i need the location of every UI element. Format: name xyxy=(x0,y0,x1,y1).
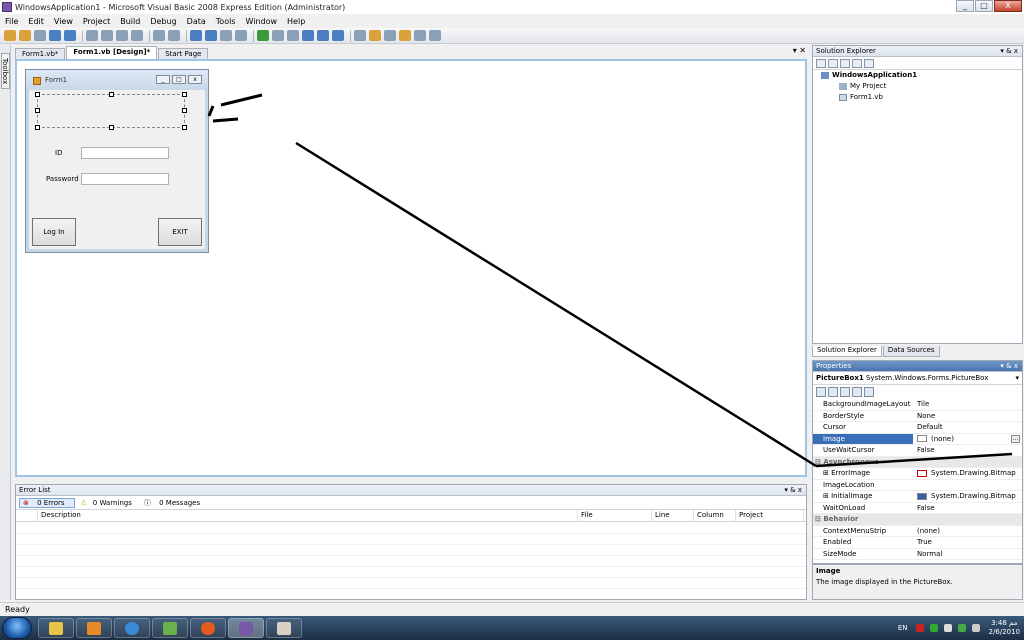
vb-icon xyxy=(239,622,253,635)
language-indicator[interactable]: EN xyxy=(898,624,908,632)
tray-app-icon[interactable] xyxy=(915,624,924,632)
annotation-arrow xyxy=(207,93,263,123)
taskbar-internet-explorer[interactable] xyxy=(114,618,150,638)
taskbar-explorer[interactable] xyxy=(38,618,74,638)
network-icon[interactable] xyxy=(957,624,966,632)
paint-icon xyxy=(277,622,291,635)
annotation-overlay xyxy=(207,93,1013,468)
taskbar-firefox[interactable] xyxy=(190,618,226,638)
ie-icon xyxy=(125,622,139,635)
annotation-line xyxy=(295,141,1013,468)
messenger-icon xyxy=(163,622,177,635)
taskbar-messenger[interactable] xyxy=(152,618,188,638)
flag-icon[interactable] xyxy=(943,624,952,632)
tray-app-icon[interactable] xyxy=(929,624,938,632)
windows-taskbar: EN 3:48 مم 2/6/2010 xyxy=(0,616,1024,640)
clock-time: 3:48 مم xyxy=(991,619,1018,627)
media-player-icon xyxy=(87,622,101,635)
taskbar-paint[interactable] xyxy=(266,618,302,638)
taskbar-visual-basic[interactable] xyxy=(228,618,264,638)
volume-icon[interactable] xyxy=(971,624,980,632)
system-tray: EN 3:48 مم 2/6/2010 xyxy=(898,616,1020,640)
folder-icon xyxy=(49,622,63,635)
start-button[interactable] xyxy=(2,617,32,639)
status-bar: Ready xyxy=(0,602,1024,616)
clock-date: 2/6/2010 xyxy=(988,628,1020,636)
clock[interactable]: 3:48 مم 2/6/2010 xyxy=(989,619,1020,637)
firefox-icon xyxy=(201,622,215,635)
taskbar-media-player[interactable] xyxy=(76,618,112,638)
